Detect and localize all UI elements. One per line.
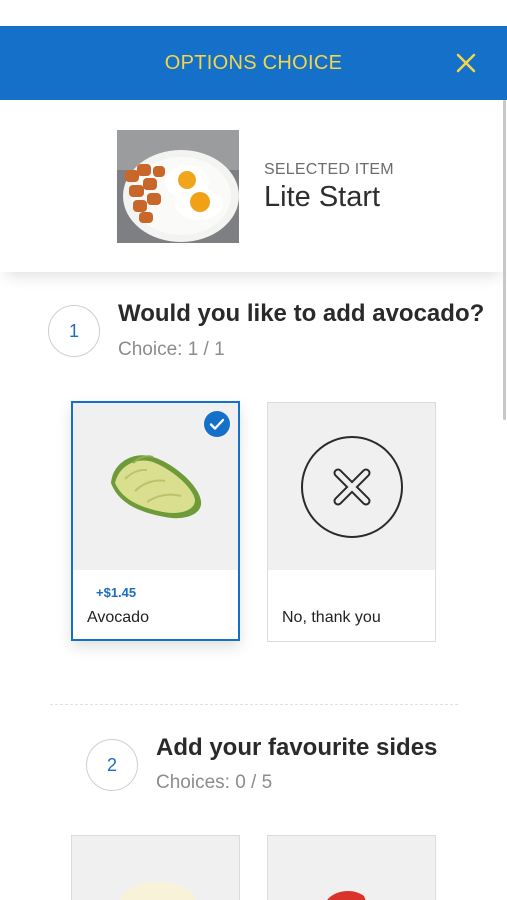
option-avocado[interactable]: +$1.45 Avocado	[71, 401, 240, 641]
checkmark-icon	[204, 411, 230, 437]
side-item-image	[72, 836, 239, 900]
selected-item-card	[0, 100, 507, 272]
selected-item-name: Lite Start	[264, 181, 381, 213]
step-2-choice-count: Choices: 0 / 5	[156, 772, 273, 793]
option-side-2[interactable]	[267, 835, 436, 900]
header-title: OPTIONS CHOICE	[164, 51, 343, 74]
x-circle-icon	[268, 403, 435, 570]
options-header: OPTIONS CHOICE	[0, 26, 507, 100]
section-divider	[50, 704, 458, 705]
option-label: No, thank you	[282, 609, 381, 626]
step-number-2: 2	[86, 739, 138, 791]
option-label: Avocado	[87, 609, 149, 626]
scrollbar-thumb[interactable]	[503, 100, 506, 420]
selected-item-caption: SELECTED ITEM	[264, 161, 394, 178]
breakfast-plate-image	[117, 130, 239, 243]
side-item-image	[268, 836, 435, 900]
step-number-1: 1	[48, 305, 100, 357]
option-price: +$1.45	[96, 585, 137, 600]
scrollbar[interactable]	[501, 100, 507, 420]
option-no-thank-you[interactable]: No, thank you	[267, 402, 436, 642]
step-1-choice-count: Choice: 1 / 1	[118, 339, 225, 360]
step-1-question: Would you like to add avocado?	[118, 300, 485, 327]
step-2-question: Add your favourite sides	[156, 734, 438, 761]
close-icon[interactable]	[455, 52, 477, 74]
option-side-1[interactable]	[71, 835, 240, 900]
